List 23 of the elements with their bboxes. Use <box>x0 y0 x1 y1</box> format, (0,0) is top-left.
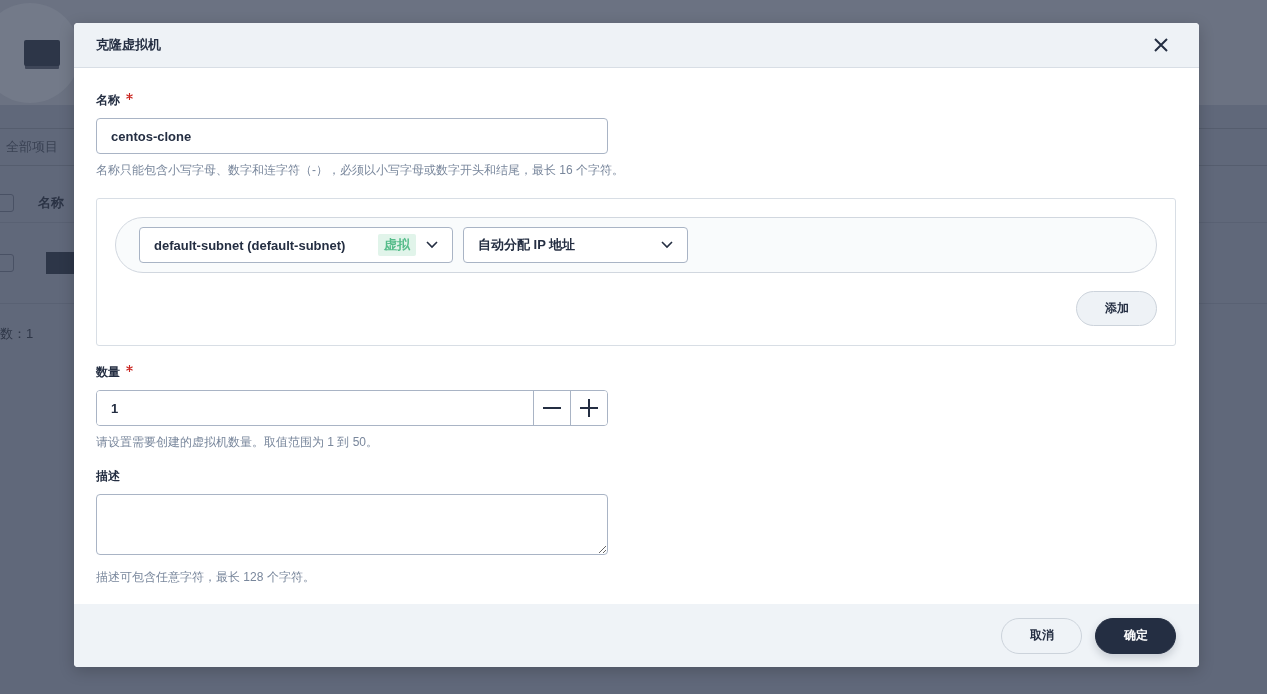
close-icon[interactable] <box>1153 37 1169 53</box>
count-field[interactable]: 1 <box>96 390 608 426</box>
minus-icon <box>542 407 562 409</box>
confirm-button[interactable]: 确定 <box>1095 617 1176 654</box>
field-label: 描述 <box>96 468 120 485</box>
plus-icon <box>579 398 599 418</box>
cancel-button[interactable]: 取消 <box>1001 617 1082 654</box>
name-input[interactable]: centos-clone <box>96 118 608 154</box>
field-label: 名称 <box>96 92 120 109</box>
description-input[interactable] <box>96 494 608 555</box>
hint-text: 描述可包含任意字符，最长 128 个字符。 <box>96 569 316 586</box>
increment-button[interactable] <box>570 391 607 425</box>
dialog-title: 克隆虚拟机 <box>96 36 161 54</box>
ip-select[interactable]: 自动分配 IP 地址 <box>463 227 688 263</box>
laptop-icon <box>46 252 76 274</box>
virtual-tag: 虚拟 <box>378 234 416 256</box>
subnet-select[interactable]: default-subnet (default-subnet) 虚拟 <box>139 227 453 263</box>
add-button[interactable]: 添加 <box>1076 291 1157 326</box>
chevron-down-icon <box>426 241 438 249</box>
hint-text: 请设置需要创建的虚拟机数量。取值范围为 1 到 50。 <box>96 434 380 451</box>
hint-text: 名称只能包含小写字母、数字和连字符（-），必须以小写字母或数字开头和结尾，最长 16 个字符。 <box>96 162 625 179</box>
chevron-down-icon <box>661 241 673 249</box>
field-label: 数量 <box>96 364 120 381</box>
